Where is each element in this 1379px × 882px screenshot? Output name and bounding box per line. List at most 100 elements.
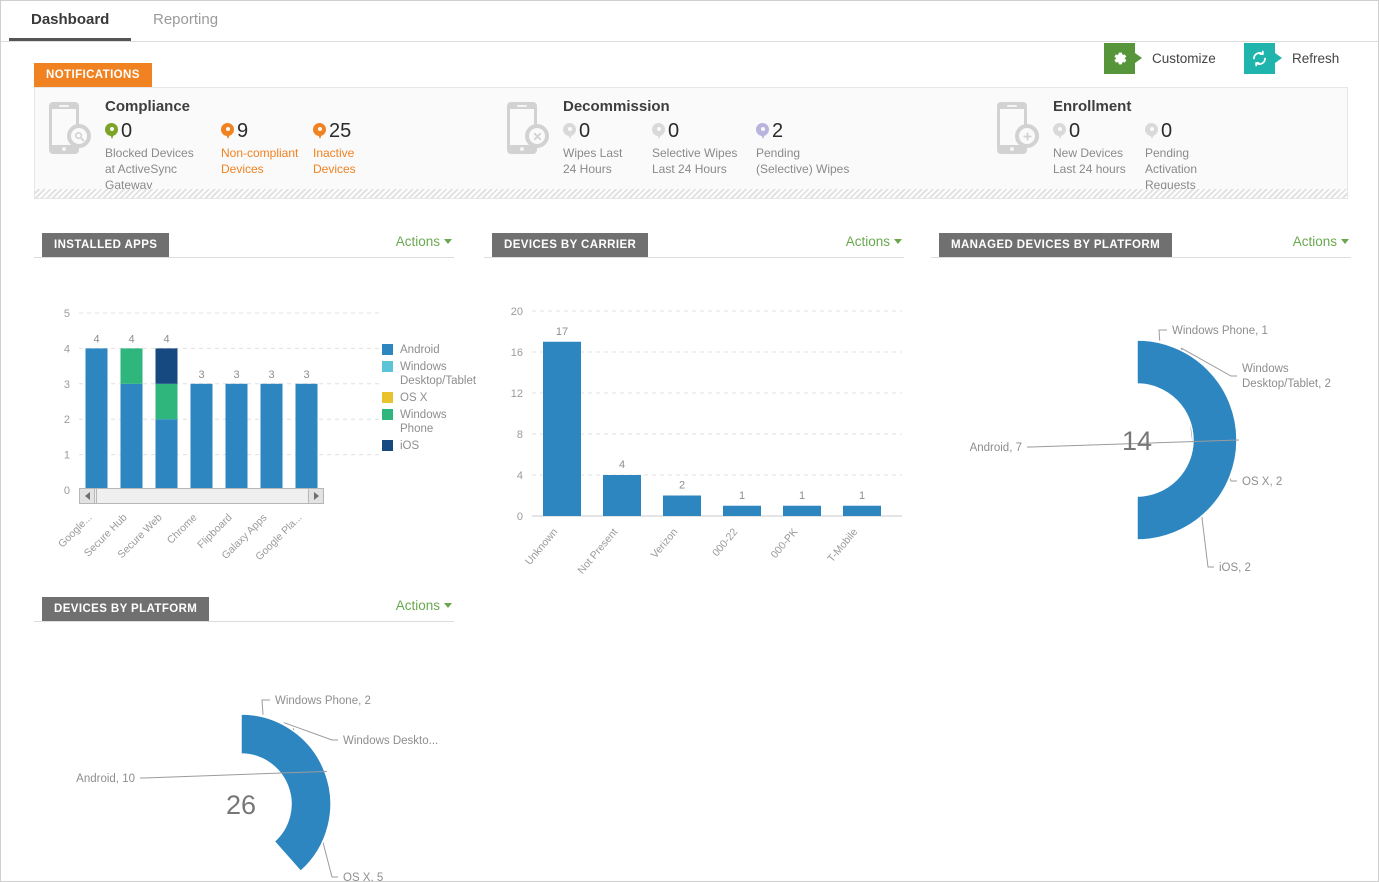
notification-group-enrollment: Enrollment 0 New Devices Last 24 hours	[995, 98, 1259, 193]
metric-blocked-devices[interactable]: 0 Blocked Devices at ActiveSync Gateway	[105, 119, 207, 193]
svg-text:4: 4	[128, 333, 134, 345]
svg-text:Not Present: Not Present	[575, 526, 620, 576]
chart-managed-devices-by-platform: Windows Phone, 1WindowsOS X, 2iOS, 2Andr…	[931, 258, 1351, 558]
svg-text:4: 4	[163, 333, 169, 345]
metric-value: 0	[121, 121, 132, 141]
svg-text:T-Mobile: T-Mobile	[825, 526, 860, 565]
metric-value: 0	[1069, 121, 1080, 141]
svg-text:Unknown: Unknown	[523, 526, 560, 567]
metric-pending-selective-wipes[interactable]: 2 Pending (Selective) Wipes	[756, 119, 852, 177]
metric-value: 25	[329, 121, 351, 141]
metric-label: Inactive Devices	[313, 145, 383, 177]
svg-text:Windows: Windows	[400, 409, 447, 421]
metric-pending-activation-requests[interactable]: 0 Pending Activation Requests	[1145, 119, 1245, 193]
actions-menu-installed-apps[interactable]: Actions	[396, 234, 452, 249]
refresh-button[interactable]: Refresh	[1244, 43, 1339, 74]
svg-text:5: 5	[64, 308, 70, 320]
metric-label: Pending Activation Requests	[1145, 145, 1241, 193]
svg-text:1: 1	[859, 490, 865, 502]
chart-devices-by-platform: Windows Phone, 2Windows Deskto...OS X, 5…	[34, 622, 454, 882]
customize-button[interactable]: Customize	[1104, 43, 1216, 74]
metric-value: 9	[237, 121, 248, 141]
gear-icon	[1104, 43, 1135, 74]
group-title: Compliance	[105, 98, 397, 115]
notifications-tab: NOTIFICATIONS	[34, 63, 152, 87]
notifications-panel: Compliance 0 Blocked Devices at ActiveSy…	[34, 87, 1348, 189]
svg-text:0: 0	[517, 511, 523, 523]
svg-text:Windows Phone, 1: Windows Phone, 1	[1172, 325, 1268, 337]
refresh-icon	[1244, 43, 1275, 74]
status-pin-icon	[1145, 123, 1158, 140]
svg-text:OS X, 2: OS X, 2	[1242, 476, 1282, 488]
svg-text:3: 3	[64, 379, 70, 391]
group-title: Enrollment	[1053, 98, 1259, 115]
widget-header: DEVICES BY PLATFORM Actions	[34, 597, 454, 622]
metric-label: Non-compliant Devices	[221, 145, 299, 177]
metric-label: Selective Wipes Last 24 Hours	[652, 145, 742, 177]
metric-label: Blocked Devices at ActiveSync Gateway	[105, 145, 201, 193]
svg-text:Android, 10: Android, 10	[76, 773, 135, 785]
widget-title-devices-by-carrier: DEVICES BY CARRIER	[492, 233, 648, 257]
svg-text:000-22: 000-22	[710, 526, 740, 559]
svg-text:1: 1	[799, 490, 805, 502]
svg-text:Verizon: Verizon	[649, 526, 681, 561]
svg-text:iOS: iOS	[400, 440, 420, 452]
svg-text:16: 16	[511, 347, 523, 359]
status-pin-icon	[652, 123, 665, 140]
widget-title-installed-apps: INSTALLED APPS	[42, 233, 169, 257]
metric-label: Wipes Last 24 Hours	[563, 145, 638, 177]
widget-installed-apps: INSTALLED APPS Actions 0123454Google...4…	[34, 233, 454, 563]
svg-text:26: 26	[226, 790, 256, 820]
svg-text:17: 17	[556, 326, 568, 338]
group-title: Decommission	[563, 98, 866, 115]
metric-label: New Devices Last 24 hours	[1053, 145, 1131, 177]
tab-dashboard[interactable]: Dashboard	[9, 1, 131, 41]
svg-text:Android, 7: Android, 7	[970, 442, 1022, 454]
svg-text:0: 0	[64, 485, 70, 497]
phone-x-icon	[505, 102, 549, 160]
actions-menu-devices-by-carrier[interactable]: Actions	[846, 234, 902, 249]
metric-selective-wipes-last-24-hours[interactable]: 0 Selective Wipes Last 24 Hours	[652, 119, 742, 177]
status-pin-icon	[313, 123, 326, 140]
notifications-panel-footer	[34, 189, 1348, 199]
phone-search-icon	[47, 102, 91, 160]
metric-value: 0	[579, 121, 590, 141]
scroll-left-button[interactable]	[80, 489, 95, 503]
notification-group-decommission: Decommission 0 Wipes Last 24 Hours	[505, 98, 866, 177]
status-pin-icon	[105, 123, 118, 140]
chart-horizontal-scrollbar[interactable]	[79, 488, 324, 504]
svg-text:Android: Android	[400, 344, 440, 356]
actions-menu-managed-devices-by-platform[interactable]: Actions	[1293, 234, 1349, 249]
notification-group-compliance: Compliance 0 Blocked Devices at ActiveSy…	[47, 98, 397, 193]
tab-reporting[interactable]: Reporting	[131, 1, 240, 41]
scroll-thumb[interactable]	[96, 489, 308, 503]
metric-label: Pending (Selective) Wipes	[756, 145, 852, 177]
svg-text:Desktop/Tablet, 2: Desktop/Tablet, 2	[1242, 378, 1331, 390]
metric-non-compliant-devices[interactable]: 9 Non-compliant Devices	[221, 119, 299, 193]
svg-text:4: 4	[619, 459, 625, 471]
metric-inactive-devices[interactable]: 25 Inactive Devices	[313, 119, 383, 193]
phone-plus-icon	[995, 102, 1039, 160]
scroll-right-button[interactable]	[308, 489, 323, 503]
svg-text:Windows Deskto...: Windows Deskto...	[343, 735, 438, 747]
widget-devices-by-carrier: DEVICES BY CARRIER Actions 04812162017Un…	[484, 233, 904, 563]
refresh-label: Refresh	[1292, 51, 1339, 66]
metric-wipes-last-24-hours[interactable]: 0 Wipes Last 24 Hours	[563, 119, 638, 177]
svg-text:14: 14	[1122, 426, 1152, 456]
chart-devices-by-carrier: 04812162017Unknown4Not Present2Verizon10…	[484, 258, 904, 558]
metric-new-devices-last-24-hours[interactable]: 0 New Devices Last 24 hours	[1053, 119, 1131, 193]
svg-text:iOS, 2: iOS, 2	[1219, 562, 1251, 574]
status-pin-icon	[756, 123, 769, 140]
svg-text:1: 1	[739, 490, 745, 502]
svg-text:Windows Phone, 2: Windows Phone, 2	[275, 695, 371, 707]
actions-menu-devices-by-platform[interactable]: Actions	[396, 598, 452, 613]
svg-text:4: 4	[64, 343, 70, 355]
status-pin-icon	[221, 123, 234, 140]
chart-installed-apps: 0123454Google...4Secure Hub4Secure Web3C…	[34, 258, 454, 558]
svg-text:4: 4	[517, 470, 523, 482]
svg-text:8: 8	[517, 429, 523, 441]
svg-text:2: 2	[679, 480, 685, 492]
svg-text:Windows: Windows	[1242, 363, 1289, 375]
svg-text:Desktop/Tablet: Desktop/Tablet	[400, 375, 477, 387]
svg-text:3: 3	[233, 369, 239, 381]
